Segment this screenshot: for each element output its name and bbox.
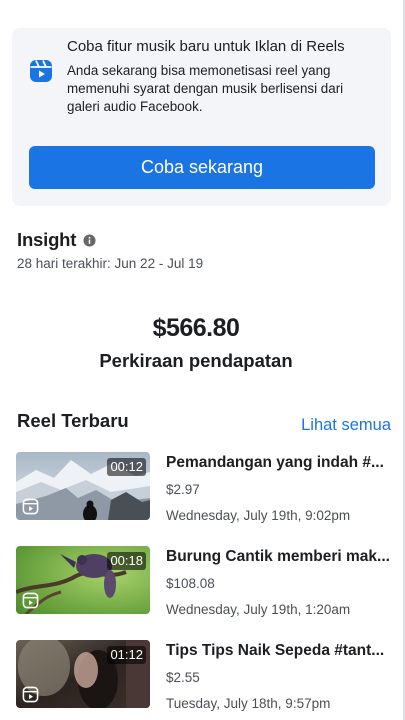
- reel-duration: 01:12: [107, 646, 146, 664]
- promo-title: Coba fitur musik baru untuk Iklan di Ree…: [67, 38, 345, 55]
- reel-date: Wednesday, July 19th, 9:02pm: [166, 508, 351, 523]
- reel-thumbnail: 01:12: [16, 640, 150, 708]
- promo-description: Anda sekarang bisa memonetisasi reel yan…: [67, 63, 344, 114]
- reel-title: Pemandangan yang indah #...: [166, 454, 384, 471]
- reel-item[interactable]: 01:12 Tips Tips Naik Sepeda #tant... $2.…: [16, 640, 391, 711]
- reel-earnings: $108.08: [166, 576, 215, 591]
- info-icon[interactable]: [83, 233, 96, 247]
- reel-date: Wednesday, July 19th, 1:20am: [166, 602, 351, 617]
- recent-reels-title: Reel Terbaru: [17, 410, 129, 431]
- insight-heading: Insight: [17, 229, 96, 251]
- reel-duration: 00:18: [107, 552, 146, 570]
- reel-earnings: $2.55: [166, 670, 200, 685]
- reels-icon: [22, 498, 39, 515]
- insight-title: Insight: [17, 229, 77, 250]
- estimated-earnings-label: Perkiraan pendapatan: [99, 350, 293, 371]
- see-all-link[interactable]: Lihat semua: [301, 415, 391, 435]
- estimated-earnings-value: $566.80: [152, 314, 240, 342]
- reel-title: Burung Cantik memberi mak...: [166, 548, 390, 565]
- try-now-button[interactable]: Coba sekarang: [29, 146, 375, 189]
- reel-duration: 00:12: [107, 458, 146, 476]
- promo-card: Coba fitur musik baru untuk Iklan di Ree…: [12, 28, 391, 206]
- reels-icon: [30, 60, 52, 82]
- reels-icon: [22, 592, 39, 609]
- reel-item[interactable]: 00:12 Pemandangan yang indah #... $2.97 …: [16, 452, 391, 523]
- reel-item[interactable]: 00:18 Burung Cantik memberi mak... $108.…: [16, 546, 391, 617]
- reel-date: Tuesday, July 18th, 9:57pm: [166, 696, 331, 711]
- reel-earnings: $2.97: [166, 482, 200, 497]
- reel-thumbnail: 00:12: [16, 452, 150, 520]
- insight-date-range: 28 hari terakhir: Jun 22 - Jul 19: [17, 256, 204, 271]
- reel-thumbnail: 00:18: [16, 546, 150, 614]
- reel-title: Tips Tips Naik Sepeda #tant...: [166, 642, 385, 659]
- reels-icon: [22, 686, 39, 703]
